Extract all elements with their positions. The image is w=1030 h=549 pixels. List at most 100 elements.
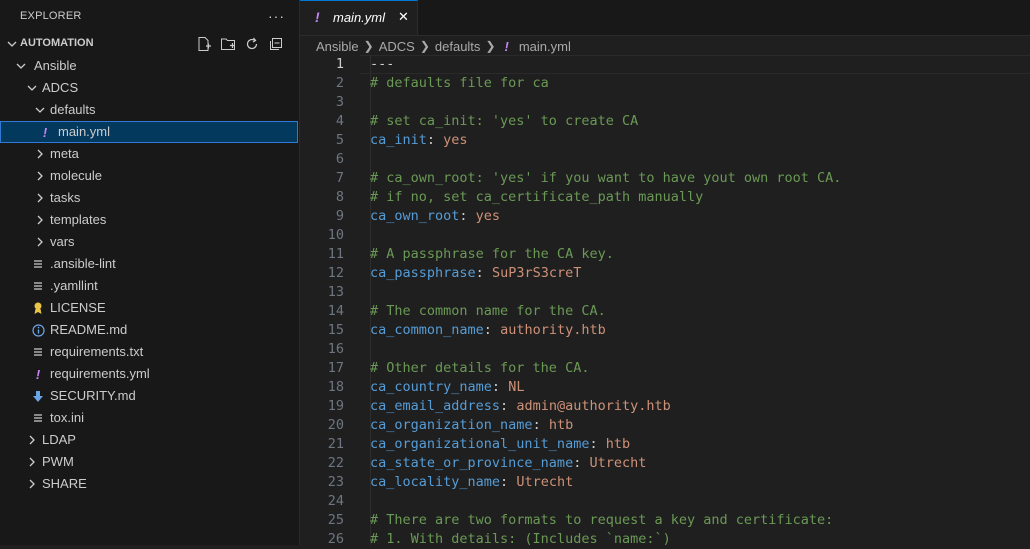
code-token: ca_email_address [370,398,501,414]
file-item[interactable]: ! requirements.yml [0,363,298,385]
code-token: htb [548,417,574,433]
folder-item[interactable]: SHARE [0,473,298,495]
chevron-right-icon [33,187,47,209]
text-file-icon [31,407,45,429]
line-content: ca_common_name: authority.htb [370,321,606,340]
folder-item[interactable]: ADCS [0,77,298,99]
chevron-down-icon [33,99,47,121]
line-content: ca_passphrase: SuP3rS3creT [370,264,581,283]
code-token: NL [508,379,525,395]
file-item[interactable]: README.md [0,319,298,341]
tree-item-label: LICENSE [50,300,106,315]
folder-item[interactable]: Ansible [0,55,298,77]
new-file-icon[interactable] [196,36,212,52]
code-token: ca_locality_name [370,474,501,490]
tree-item-label: README.md [50,322,128,337]
line-content: # A passphrase for the CA key. [370,245,614,264]
more-actions-icon[interactable]: ··· [268,8,285,24]
code-token: htb [605,436,631,452]
code-line: 2 # defaults file for ca [300,74,1030,93]
code-token: : [589,436,606,452]
code-token: ca_country_name [370,379,492,395]
collapse-all-icon[interactable] [268,36,284,52]
folder-item[interactable]: templates [0,209,298,231]
code-line: 8 # if no, set ca_certificate_path manual… [300,188,1030,207]
breadcrumb-file[interactable]: main.yml [519,39,571,54]
tree-item-label: main.yml [58,124,111,139]
code-line: 10 [300,226,1030,245]
code-line: 7 # ca_own_root: 'yes' if you want to hav… [300,169,1030,188]
workspace-root[interactable]: AUTOMATION [0,33,298,55]
code-line: 23 ca_locality_name: Utrecht [300,473,1030,492]
code-token: : [532,417,549,433]
line-number: 21 [327,436,344,452]
folder-item[interactable]: tasks [0,187,298,209]
line-number: 15 [327,322,344,338]
folder-item[interactable]: meta [0,143,298,165]
refresh-icon[interactable] [244,36,260,52]
tree-item-label: requirements.txt [50,344,144,359]
yaml-file-icon: ! [35,366,41,382]
file-item[interactable]: SECURITY.md [0,385,298,407]
tree-item-label: SHARE [42,476,87,491]
file-item[interactable]: tox.ini [0,407,298,429]
code-line: 24 [300,492,1030,511]
text-file-icon [31,253,45,275]
line-number: 9 [335,208,344,224]
line-number: 14 [327,303,344,319]
file-item[interactable]: .ansible-lint [0,253,298,275]
folder-item[interactable]: vars [0,231,298,253]
code-line: 11 # A passphrase for the CA key. [300,245,1030,264]
code-editor[interactable]: 1 --- 2 # defaults file for ca 3 4 # set ca_in… [300,55,1030,547]
line-number: 8 [335,189,344,205]
code-line: 12 ca_passphrase: SuP3rS3creT [300,264,1030,283]
chevron-right-icon [33,165,47,187]
code-token: ca_common_name [370,322,484,338]
breadcrumb-item[interactable]: Ansible [316,39,359,54]
new-folder-icon[interactable] [220,36,236,52]
breadcrumb-item[interactable]: ADCS [379,39,415,54]
code-token: ca_organizational_unit_name [370,436,590,452]
line-number: 13 [327,284,344,300]
chevron-right-icon [33,143,47,165]
code-line: 18 ca_country_name: NL [300,378,1030,397]
code-line: 15 ca_common_name: authority.htb [300,321,1030,340]
code-line: 5 ca_init: yes [300,131,1030,150]
tree-item-label: templates [50,212,107,227]
close-icon[interactable]: ✕ [398,9,409,25]
code-line: 6 [300,150,1030,169]
code-token: yes [475,208,501,224]
code-token: yes [443,132,468,148]
file-item[interactable]: ! main.yml [0,121,298,143]
chevron-down-icon [14,55,28,77]
line-content: # defaults file for ca [370,74,549,93]
line-number: 24 [327,493,344,509]
code-token: --- [370,56,395,72]
line-number: 17 [327,360,344,376]
code-token: Utrecht [589,455,647,471]
line-content: # ca_own_root: 'yes' if you want to have… [370,169,841,188]
line-content: # Other details for the CA. [370,359,589,378]
chevron-right-icon: ❯ [363,39,374,53]
line-number: 20 [327,417,344,433]
code-line: 25 # There are two formats to request a k… [300,511,1030,530]
file-item[interactable]: requirements.txt [0,341,298,363]
file-item[interactable]: .yamllint [0,275,298,297]
folder-item[interactable]: defaults [0,99,298,121]
security-file-icon [31,385,45,407]
folder-item[interactable]: PWM [0,451,298,473]
code-token: : [491,379,509,395]
license-icon [31,297,45,319]
line-number: 18 [327,379,344,395]
code-token: : [483,322,501,338]
tab-main-yml[interactable]: ! main.yml ✕ [300,0,418,35]
folder-item[interactable]: molecule [0,165,298,187]
chevron-right-icon: ❯ [419,39,430,53]
code-line: 4 # set ca_init: 'yes' to create CA [300,112,1030,131]
folder-item[interactable]: LDAP [0,429,298,451]
tree-item-label: requirements.yml [50,366,150,381]
line-content: ca_own_root: yes [370,207,500,226]
line-content: # 1. With details: (Includes `name:`) [370,530,671,549]
breadcrumb-item[interactable]: defaults [435,39,481,54]
file-item[interactable]: LICENSE [0,297,298,319]
